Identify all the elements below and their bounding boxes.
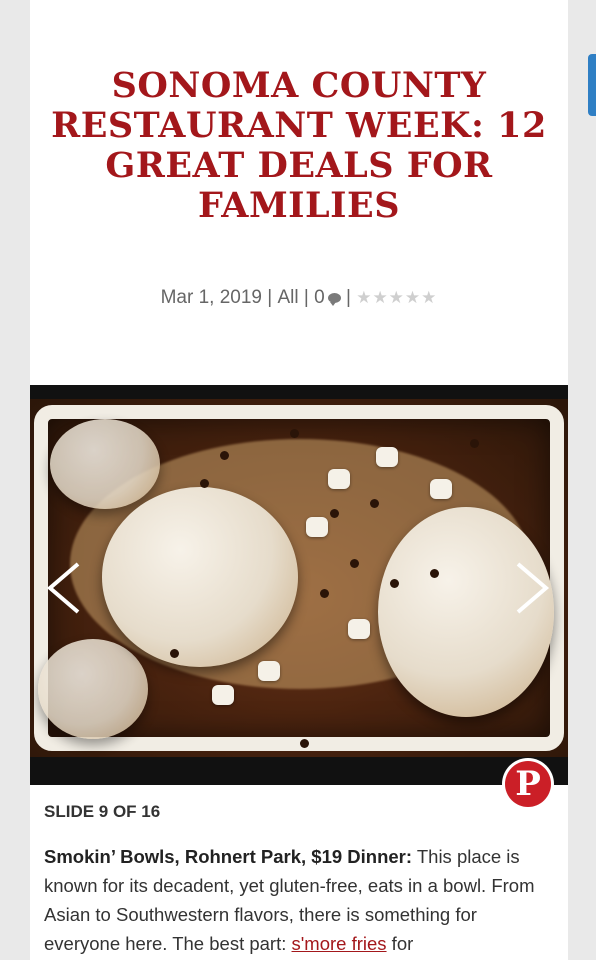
marshmallow	[430, 479, 452, 499]
slide-heading: Smokin’ Bowls, Rohnert Park, $19 Dinner:	[44, 846, 413, 867]
chevron-right-icon	[516, 562, 550, 614]
chocolate-chip	[370, 499, 379, 508]
pinterest-button[interactable]: P	[502, 758, 554, 810]
chocolate-chip	[350, 559, 359, 568]
chocolate-chip	[470, 439, 479, 448]
whipped-cream	[50, 419, 160, 509]
meta-separator: |	[340, 287, 357, 308]
chocolate-chip	[300, 739, 309, 748]
rating-stars[interactable]: ★★★★★	[356, 288, 437, 307]
article-title: SONOMA COUNTY RESTAURANT WEEK: 12 GREAT …	[51, 65, 547, 226]
smore-fries-link[interactable]: s'more fries	[292, 933, 387, 954]
marshmallow	[258, 661, 280, 681]
comment-icon[interactable]	[327, 293, 341, 306]
slide-prev-button[interactable]	[44, 560, 84, 616]
chocolate-chip	[320, 589, 329, 598]
chevron-left-icon	[46, 562, 80, 614]
marshmallow	[306, 517, 328, 537]
chocolate-chip	[390, 579, 399, 588]
post-date: Mar 1, 2019	[160, 287, 262, 308]
meta-separator: |	[298, 287, 315, 308]
meta-separator: |	[262, 287, 278, 308]
chocolate-chip	[170, 649, 179, 658]
slide-counter: SLIDE 9 OF 16	[44, 802, 161, 821]
post-meta: Mar 1, 2019 | All | 0 | ★★★★★	[30, 287, 568, 309]
slideshow	[30, 385, 568, 785]
ice-cream-scoop	[102, 487, 298, 667]
slide-description: Smokin’ Bowls, Rohnert Park, $19 Dinner:…	[44, 842, 556, 958]
chocolate-chip	[200, 479, 209, 488]
side-tab[interactable]	[588, 54, 596, 116]
slide-next-button[interactable]	[512, 560, 552, 616]
marshmallow	[328, 469, 350, 489]
marshmallow	[212, 685, 234, 705]
comment-count[interactable]: 0	[314, 287, 325, 308]
chocolate-chip	[220, 451, 229, 460]
marshmallow	[348, 619, 370, 639]
slide-photo	[30, 399, 568, 757]
marshmallow	[376, 447, 398, 467]
chocolate-chip	[290, 429, 299, 438]
pinterest-icon: P	[505, 761, 551, 807]
chocolate-chip	[330, 509, 339, 518]
chocolate-chip	[430, 569, 439, 578]
category-link[interactable]: All	[278, 287, 299, 308]
whipped-cream	[38, 639, 148, 739]
slide-text-continued: for	[386, 933, 414, 954]
